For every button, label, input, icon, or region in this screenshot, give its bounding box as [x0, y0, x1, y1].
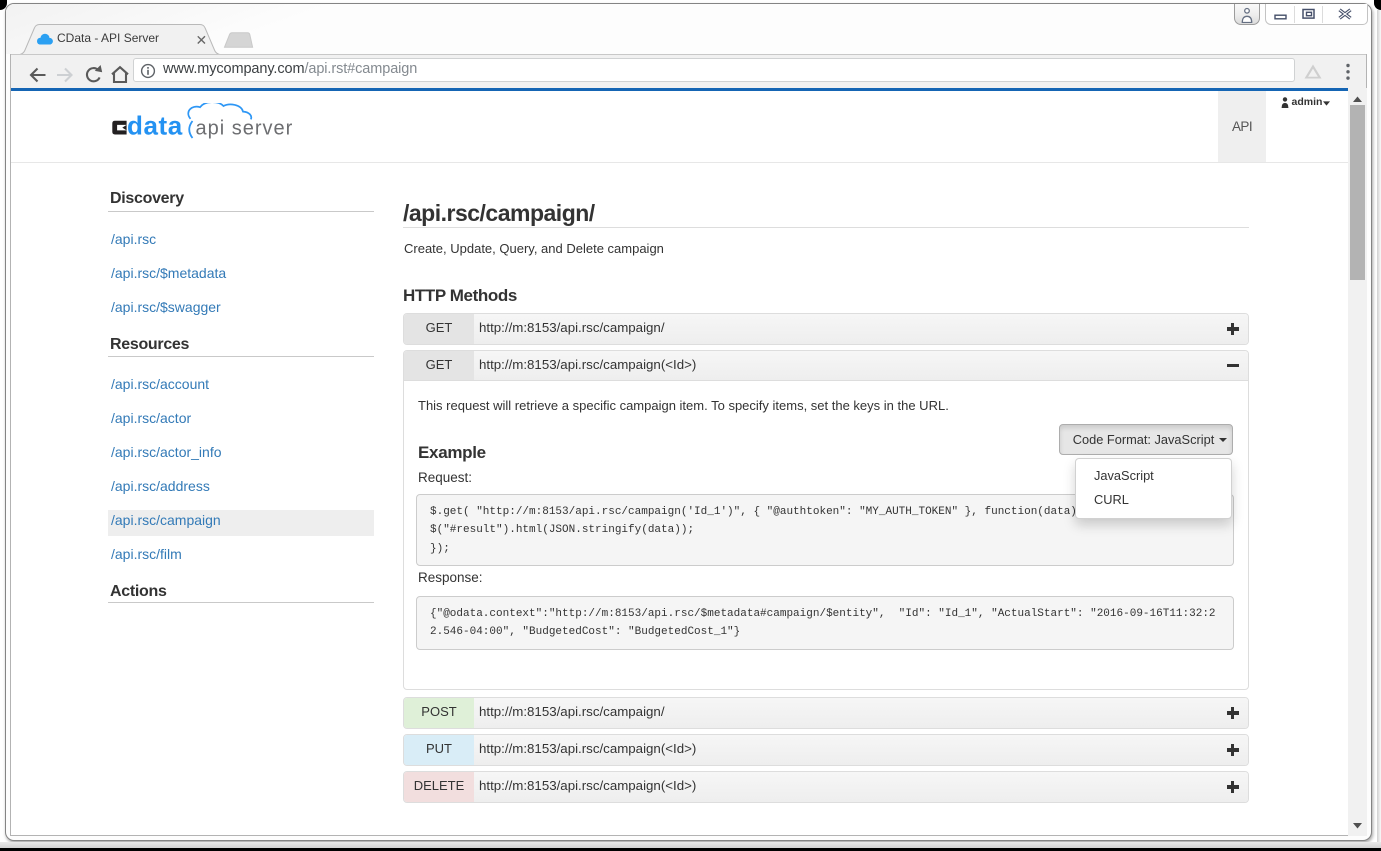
- svg-text:api server: api server: [196, 118, 294, 140]
- svg-text:data: data: [127, 111, 183, 141]
